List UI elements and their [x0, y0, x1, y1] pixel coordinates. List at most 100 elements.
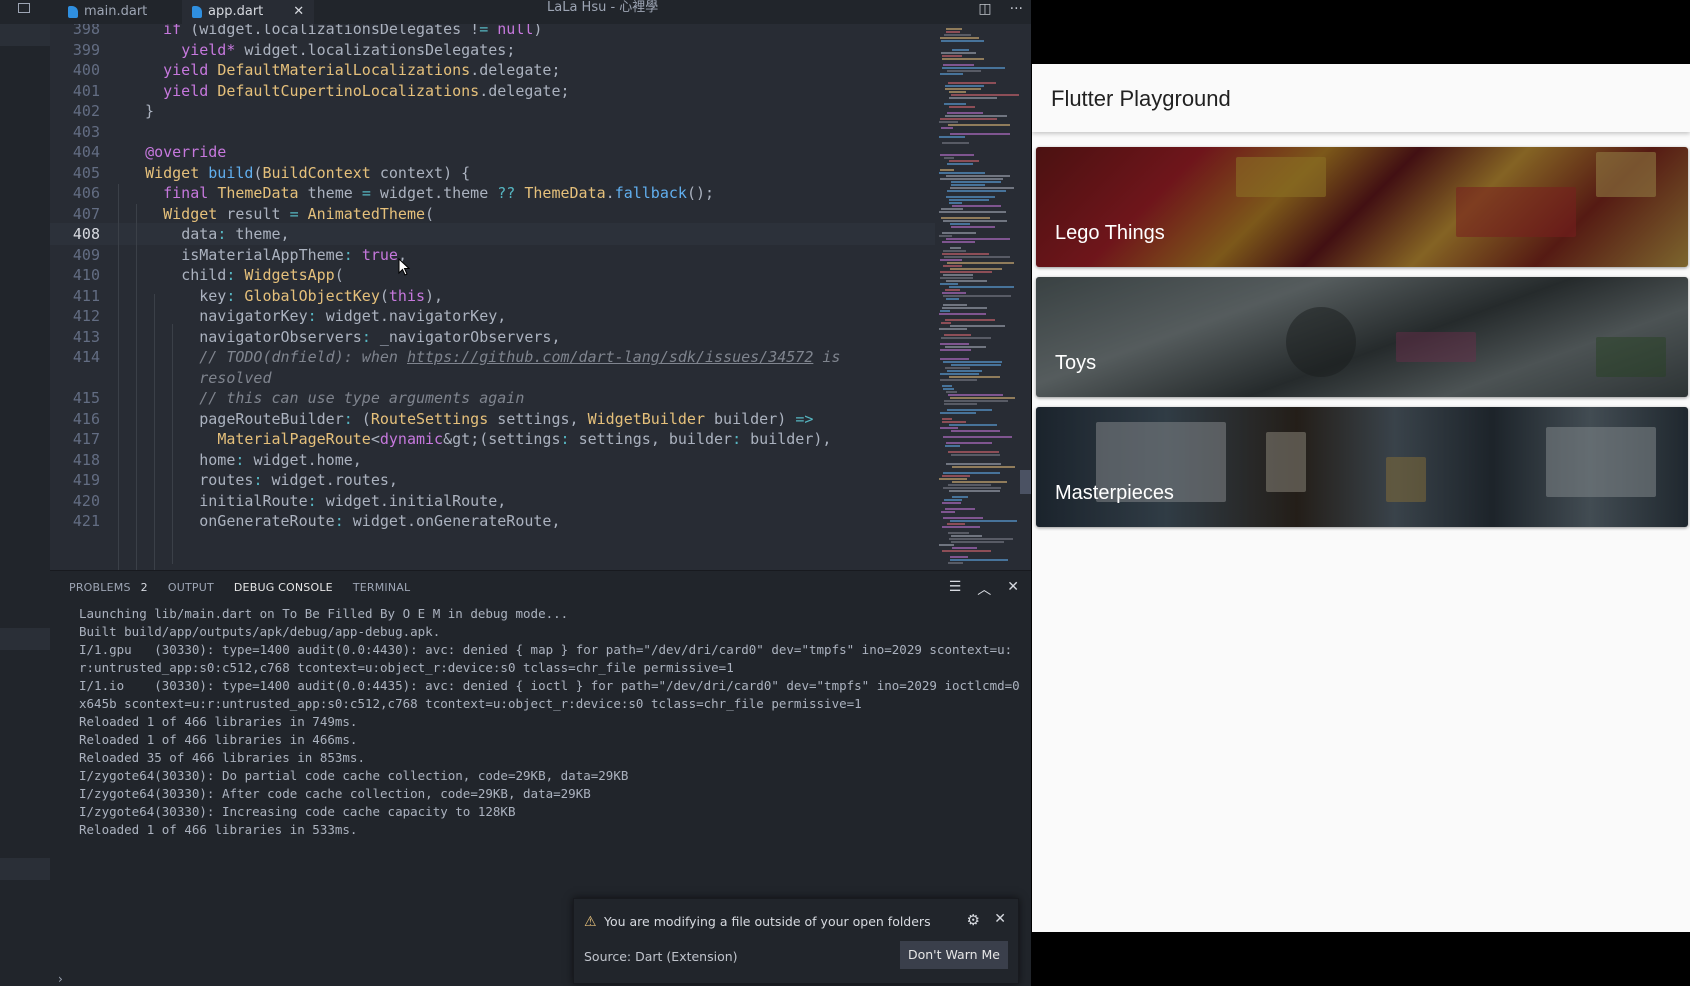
code-text[interactable]: @override [127, 141, 226, 163]
tab-output[interactable]: OUTPUT [168, 581, 214, 600]
minimap-line [940, 37, 979, 39]
code-line[interactable]: resolved [50, 367, 935, 389]
minimap-line [948, 532, 969, 534]
line-number: 401 [72, 81, 100, 100]
code-line[interactable]: 399 yield* widget.localizationsDelegates… [50, 39, 935, 61]
dont-warn-me-button[interactable]: Don't Warn Me [899, 941, 1008, 969]
minimap-line [942, 550, 991, 552]
code-text[interactable]: final ThemeData theme = widget.theme ?? … [127, 182, 714, 204]
maximize-panel-icon[interactable]: ︿ [977, 579, 991, 599]
code-line[interactable]: 400 yield DefaultMaterialLocalizations.d… [50, 59, 935, 81]
tab-main-dart[interactable]: main.dart [58, 0, 157, 24]
minimap-line [946, 175, 1010, 177]
warning-icon: ⚠ [584, 914, 597, 930]
code-text[interactable]: resolved [127, 367, 271, 389]
code-line[interactable]: 411 key: GlobalObjectKey(this), [50, 285, 935, 307]
code-line[interactable]: 417 MaterialPageRoute<dynamic&gt;(settin… [50, 428, 935, 450]
code-text[interactable]: Widget result = AnimatedTheme( [127, 203, 434, 225]
minimap-line [941, 40, 984, 42]
minimap-line [947, 262, 1014, 264]
code-text[interactable]: onGenerateRoute: widget.onGenerateRoute, [127, 510, 560, 532]
tab-app-dart[interactable]: app.dart ✕ [182, 0, 315, 24]
notification-toast: ⚠ You are modifying a file outside of yo… [573, 898, 1019, 984]
minimap[interactable] [935, 24, 1025, 570]
minimap-line [942, 67, 1005, 69]
code-text[interactable]: // TODO(dnfield): when https://github.co… [127, 346, 840, 368]
code-editor[interactable]: 398 if (widget.localizationsDelegates !=… [50, 24, 935, 570]
card-masterpieces[interactable]: Masterpieces [1036, 407, 1688, 527]
code-text[interactable]: yield DefaultCupertinoLocalizations.dele… [127, 80, 569, 102]
tab-terminal[interactable]: TERMINAL [353, 581, 411, 600]
split-editor-icon[interactable]: ◫ [978, 0, 991, 18]
code-line[interactable]: 406 final ThemeData theme = widget.theme… [50, 182, 935, 204]
minimap-line [943, 295, 1011, 297]
code-line[interactable]: 414 // TODO(dnfield): when https://githu… [50, 346, 935, 368]
minimap-line [940, 427, 958, 429]
app-bar: Flutter Playground [1032, 64, 1690, 132]
emulator-screen: Flutter Playground Lego Things Toys Mast [1031, 0, 1690, 986]
code-text[interactable]: yield DefaultMaterialLocalizations.deleg… [127, 59, 560, 81]
code-text[interactable]: key: GlobalObjectKey(this), [127, 285, 443, 307]
line-number: 416 [72, 409, 100, 428]
close-tab-icon[interactable]: ✕ [293, 2, 304, 22]
gear-icon[interactable]: ⚙ [967, 911, 980, 929]
code-line[interactable]: 415 // this can use type arguments again [50, 387, 935, 409]
code-line[interactable]: 419 routes: widget.routes, [50, 469, 935, 491]
code-line[interactable]: 403 [50, 121, 935, 143]
code-line[interactable]: 416 pageRouteBuilder: (RouteSettings set… [50, 408, 935, 430]
line-number: 411 [72, 286, 100, 305]
code-line[interactable]: 413 navigatorObservers: _navigatorObserv… [50, 326, 935, 348]
minimap-line [943, 304, 967, 306]
activity-item[interactable] [0, 858, 50, 880]
console-prompt[interactable]: › [58, 972, 63, 986]
activity-item[interactable] [0, 24, 50, 46]
code-text[interactable]: initialRoute: widget.initialRoute, [127, 490, 506, 512]
minimap-slider[interactable] [1020, 470, 1031, 494]
code-text[interactable]: child: WidgetsApp( [127, 264, 344, 286]
code-text[interactable]: isMaterialAppTheme: true, [127, 244, 407, 266]
tab-problems[interactable]: PROBLEMS 2 [69, 581, 148, 600]
code-line[interactable]: 402 } [50, 100, 935, 122]
code-line[interactable]: 404 @override [50, 141, 935, 163]
code-text[interactable]: } [127, 100, 154, 122]
minimap-line [939, 172, 985, 174]
minimap-line [939, 313, 986, 315]
activity-item[interactable] [0, 628, 50, 650]
card-lego-things[interactable]: Lego Things [1036, 147, 1688, 267]
code-text[interactable]: data: theme, [127, 223, 289, 245]
close-notification-icon[interactable]: ✕ [994, 911, 1006, 927]
code-text[interactable]: home: widget.home, [127, 449, 362, 471]
code-line[interactable]: 401 yield DefaultCupertinoLocalizations.… [50, 80, 935, 102]
minimap-line [946, 31, 960, 33]
line-number: 421 [72, 512, 100, 530]
code-text[interactable]: Widget build(BuildContext context) { [127, 162, 470, 184]
minimap-line [949, 160, 979, 162]
code-line[interactable]: 408 data: theme, [50, 223, 935, 245]
code-text[interactable]: navigatorObservers: _navigatorObservers, [127, 326, 560, 348]
close-panel-icon[interactable]: ✕ [1007, 579, 1019, 599]
line-number: 403 [72, 122, 100, 141]
minimap-line [943, 274, 973, 276]
code-line[interactable]: 410 child: WidgetsApp( [50, 264, 935, 286]
code-line[interactable]: 418 home: widget.home, [50, 449, 935, 471]
code-line[interactable]: 407 Widget result = AnimatedTheme( [50, 203, 935, 225]
clear-console-icon[interactable]: ☰ [949, 579, 962, 599]
code-text[interactable]: navigatorKey: widget.navigatorKey, [127, 305, 506, 327]
code-line[interactable]: 412 navigatorKey: widget.navigatorKey, [50, 305, 935, 327]
code-line[interactable]: 405 Widget build(BuildContext context) { [50, 162, 935, 184]
code-line[interactable]: 409 isMaterialAppTheme: true, [50, 244, 935, 266]
code-line[interactable]: 421 onGenerateRoute: widget.onGenerateRo… [50, 510, 935, 532]
code-text[interactable]: // this can use type arguments again [127, 387, 524, 409]
code-text[interactable]: MaterialPageRoute<dynamic&gt;(settings: … [127, 428, 831, 450]
minimap-line [942, 421, 966, 423]
card-toys[interactable]: Toys [1036, 277, 1688, 397]
code-text[interactable]: pageRouteBuilder: (RouteSettings setting… [127, 408, 813, 430]
minimap-line [951, 430, 1000, 432]
code-text[interactable]: yield* widget.localizationsDelegates; [127, 39, 515, 61]
more-actions-icon[interactable]: ··· [1010, 0, 1023, 18]
minimap-line [940, 412, 976, 414]
code-line[interactable]: 420 initialRoute: widget.initialRoute, [50, 490, 935, 512]
toggle-panel-icon[interactable] [18, 3, 30, 13]
tab-debug-console[interactable]: DEBUG CONSOLE [234, 581, 333, 600]
code-text[interactable]: routes: widget.routes, [127, 469, 398, 491]
